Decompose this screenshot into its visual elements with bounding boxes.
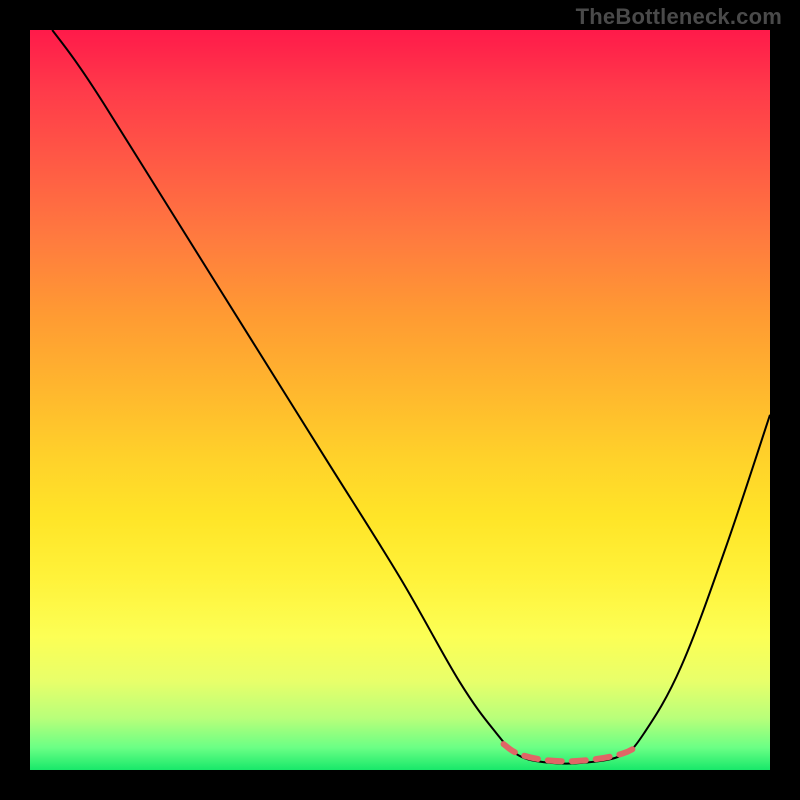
- optimal-band-marker: [504, 744, 641, 761]
- bottleneck-curve: [52, 30, 770, 764]
- curve-layer: [30, 30, 770, 770]
- plot-area: [30, 30, 770, 770]
- watermark-text: TheBottleneck.com: [576, 4, 782, 30]
- chart-container: TheBottleneck.com: [0, 0, 800, 800]
